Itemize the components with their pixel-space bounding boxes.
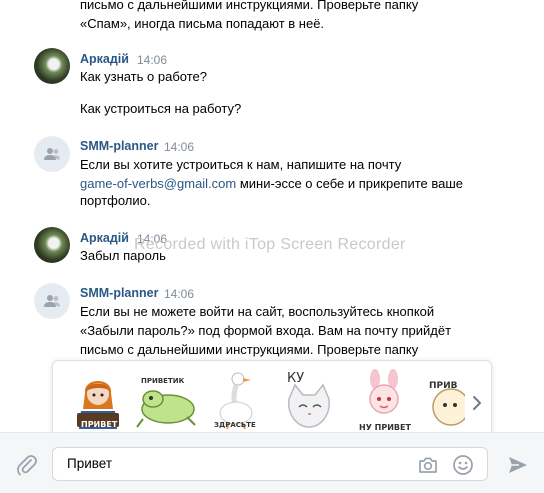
message-text: «Забыли пароль?» под формой входа. Вам н… <box>80 323 452 338</box>
send-icon <box>509 457 527 473</box>
smile-icon <box>453 455 473 475</box>
sticker-privet[interactable]: ПРИВЕТ <box>67 369 129 435</box>
sticker-privetik[interactable]: ПРИВЕТИК <box>135 369 197 435</box>
recorder-watermark: Recorded with iTop Screen Recorder <box>134 236 406 253</box>
next-stickers-button[interactable] <box>467 391 487 415</box>
author-name[interactable]: SMM-planner <box>80 286 158 300</box>
users-icon <box>44 148 60 160</box>
sticker-zdrasste[interactable]: ЗДРАСЬТЕ <box>205 369 267 435</box>
sticker-nu-privet[interactable]: НУ ПРИВЕТ <box>353 369 415 435</box>
message-text: Как устроиться на работу? <box>80 101 242 116</box>
message-input-value: Привет <box>67 456 113 471</box>
message-text: «Спам», иногда письма попадают в неё. <box>80 16 325 31</box>
avatar[interactable] <box>34 227 70 263</box>
avatar[interactable] <box>34 136 70 172</box>
camera-button[interactable] <box>417 454 439 476</box>
emoji-button[interactable] <box>451 453 475 477</box>
sticker-priv[interactable]: ПРИВ <box>425 369 465 435</box>
message-time[interactable]: 14:06 <box>164 287 194 301</box>
avatar[interactable] <box>34 283 70 319</box>
sticker-ku[interactable]: КУ <box>279 369 341 435</box>
author-name[interactable]: SMM-planner <box>80 139 158 153</box>
chevron-right-icon <box>473 396 481 410</box>
users-icon <box>44 295 60 307</box>
message-composer: Привет <box>0 432 544 493</box>
message-text: письмо с дальнейшими инструкциями. Прове… <box>80 342 419 357</box>
message-text: Если вы не можете войти на сайт, восполь… <box>80 304 435 319</box>
message-input[interactable]: Привет <box>52 447 488 481</box>
attach-button[interactable] <box>15 453 39 477</box>
email-link[interactable]: game-of-verbs@gmail.com <box>80 176 236 191</box>
message-time[interactable]: 14:06 <box>164 140 194 154</box>
avatar[interactable] <box>34 48 70 84</box>
message-text: Если вы хотите устроиться к нам, напишит… <box>80 157 402 172</box>
camera-icon <box>419 457 437 473</box>
author-name[interactable]: Аркадій <box>80 52 129 66</box>
author-name[interactable]: Аркадій <box>80 231 129 245</box>
message-time[interactable]: 14:06 <box>137 53 167 67</box>
paperclip-icon <box>17 455 37 476</box>
send-button[interactable] <box>506 453 530 477</box>
message-text: Как узнать о работе? <box>80 69 207 84</box>
message-text: портфолио. <box>80 193 151 208</box>
